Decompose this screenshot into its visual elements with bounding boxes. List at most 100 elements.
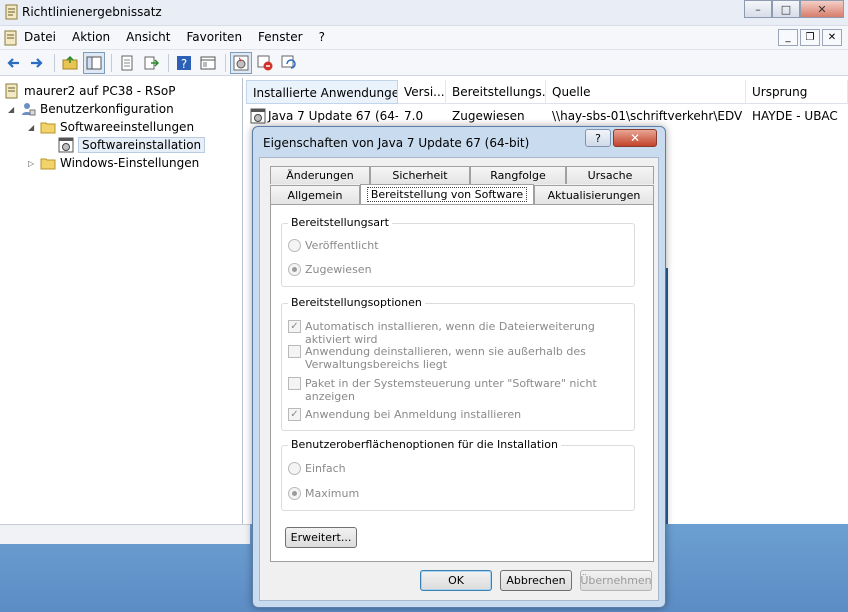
expanded-arrow-icon[interactable]: ◢ bbox=[28, 123, 38, 132]
radio-button[interactable] bbox=[288, 487, 301, 500]
group-bereitstellungsart: Bereitstellungsart Veröffentlicht Zugewi… bbox=[281, 216, 635, 287]
tree-item-label: Windows-Einstellungen bbox=[60, 156, 200, 170]
table-cell-text: Java 7 Update 67 (64-... bbox=[268, 109, 398, 123]
svg-text:?: ? bbox=[181, 57, 187, 71]
tree-item-label: Softwareeinstellungen bbox=[60, 120, 195, 134]
help-icon[interactable]: ? bbox=[173, 52, 195, 74]
apply-button[interactable]: Übernehmen bbox=[580, 570, 652, 591]
maximize-button[interactable]: □ bbox=[772, 0, 800, 18]
console-menu-icon[interactable] bbox=[3, 30, 19, 46]
tab-sicherheit[interactable]: Sicherheit bbox=[370, 166, 470, 184]
column-header-installierte-anwendungen[interactable]: Installierte Anwendungen bbox=[246, 80, 398, 104]
back-icon[interactable] bbox=[2, 52, 24, 74]
tab-rangfolge[interactable]: Rangfolge bbox=[470, 166, 566, 184]
group-title: Benutzeroberflächenoptionen für die Inst… bbox=[288, 438, 561, 451]
table-row[interactable]: Java 7 Update 67 (64-... 7.0 Zugewiesen … bbox=[246, 106, 848, 126]
dialog-body: Änderungen Sicherheit Rangfolge Ursache … bbox=[259, 157, 659, 601]
column-header-ursprung[interactable]: Ursprung bbox=[746, 80, 848, 104]
remove-icon[interactable] bbox=[254, 52, 276, 74]
minimize-button[interactable]: – bbox=[744, 0, 772, 18]
tree-item-softwareinstallation[interactable]: Softwareinstallation bbox=[58, 136, 206, 154]
column-header-bereitstellung[interactable]: Bereitstellungs... bbox=[446, 80, 546, 104]
menu-fenster[interactable]: Fenster bbox=[258, 30, 303, 44]
tab-label: Bereitstellung von Software bbox=[366, 187, 528, 202]
dialog-close-button[interactable]: ✕ bbox=[613, 129, 657, 147]
tab-ursache[interactable]: Ursache bbox=[566, 166, 654, 184]
software-install-icon bbox=[58, 137, 74, 153]
toolbar-separator bbox=[111, 53, 112, 72]
toolbar-separator bbox=[168, 53, 169, 72]
dialog-help-button[interactable]: ? bbox=[585, 129, 611, 147]
tree-item-label: maurer2 auf PC38 - RSoP bbox=[24, 84, 176, 98]
view-icon[interactable] bbox=[197, 52, 219, 74]
toolbar: ? bbox=[0, 50, 848, 76]
mdi-minimize-button[interactable]: _ bbox=[778, 29, 798, 46]
show-tree-icon[interactable] bbox=[83, 51, 105, 74]
tab-aenderungen[interactable]: Änderungen bbox=[270, 166, 370, 184]
radio-einfach[interactable]: Einfach bbox=[288, 462, 346, 475]
menu-datei[interactable]: Datei bbox=[24, 30, 56, 44]
cancel-button[interactable]: Abbrechen bbox=[500, 570, 572, 591]
close-button[interactable]: ✕ bbox=[800, 0, 844, 18]
mdi-restore-button[interactable]: ❐ bbox=[800, 29, 820, 46]
tab-allgemein[interactable]: Allgemein bbox=[270, 185, 360, 204]
mdi-close-button[interactable]: ✕ bbox=[822, 29, 842, 46]
rsop-root-icon bbox=[5, 83, 18, 99]
tree-item-windows-einstellungen[interactable]: ▷ Windows-Einstellungen bbox=[28, 154, 199, 172]
checkbox-install-at-logon[interactable]: ✓ Anwendung bei Anmeldung installieren bbox=[288, 408, 521, 421]
checkbox-uninstall-outside-scope[interactable]: Anwendung deinstallieren, wenn sie außer… bbox=[288, 345, 618, 371]
tree-item-root[interactable]: maurer2 auf PC38 - RSoP bbox=[4, 82, 175, 100]
tree-item-softwareeinstellungen[interactable]: ◢ Softwareeinstellungen bbox=[28, 118, 194, 136]
checkbox-label: Anwendung bei Anmeldung installieren bbox=[305, 408, 522, 421]
checkbox-label: Anwendung deinstallieren, wenn sie außer… bbox=[305, 345, 586, 371]
checkbox[interactable] bbox=[288, 377, 301, 390]
menubar: Datei Aktion Ansicht Favoriten Fenster ?… bbox=[0, 26, 848, 50]
radio-maximum[interactable]: Maximum bbox=[288, 487, 359, 500]
collapsed-arrow-icon[interactable]: ▷ bbox=[28, 159, 38, 168]
group-bereitstellungsoptionen: Bereitstellungsoptionen ✓ Automatisch in… bbox=[281, 296, 635, 431]
up-folder-icon[interactable] bbox=[59, 52, 81, 74]
folder-icon bbox=[40, 122, 56, 134]
column-header-version[interactable]: Versi... bbox=[398, 80, 446, 104]
tab-bereitstellung-von-software[interactable]: Bereitstellung von Software bbox=[360, 184, 534, 204]
radio-label: Maximum bbox=[305, 487, 360, 500]
ok-button[interactable]: OK bbox=[420, 570, 492, 591]
radio-button[interactable] bbox=[288, 462, 301, 475]
radio-label: Einfach bbox=[305, 462, 346, 475]
group-ui-options: Benutzeroberflächenoptionen für die Inst… bbox=[281, 438, 635, 511]
tab-panel: Bereitstellungsart Veröffentlicht Zugewi… bbox=[270, 204, 654, 562]
table-cell-deployment: Zugewiesen bbox=[452, 109, 525, 123]
rsop-app-icon bbox=[5, 4, 18, 20]
radio-button[interactable] bbox=[288, 239, 301, 252]
status-bar bbox=[0, 524, 250, 544]
checkbox-auto-install[interactable]: ✓ Automatisch installieren, wenn die Dat… bbox=[288, 320, 634, 346]
export-icon[interactable] bbox=[140, 52, 162, 74]
refresh-icon[interactable] bbox=[278, 52, 300, 74]
radio-button[interactable] bbox=[288, 263, 301, 276]
checkbox[interactable]: ✓ bbox=[288, 408, 301, 421]
java-app-icon[interactable] bbox=[230, 51, 252, 74]
tab-aktualisierungen[interactable]: Aktualisierungen bbox=[534, 185, 654, 204]
toolbar-separator bbox=[54, 53, 55, 72]
radio-veroeffentlicht[interactable]: Veröffentlicht bbox=[288, 239, 379, 252]
column-header-quelle[interactable]: Quelle bbox=[546, 80, 746, 104]
tree-item-benutzerkonfiguration[interactable]: ◢ Benutzerkonfiguration bbox=[8, 100, 174, 118]
radio-zugewiesen[interactable]: Zugewiesen bbox=[288, 263, 372, 276]
menu-ansicht[interactable]: Ansicht bbox=[126, 30, 170, 44]
properties-icon[interactable] bbox=[116, 52, 138, 74]
menu-help[interactable]: ? bbox=[319, 30, 325, 44]
dialog-title: Eigenschaften von Java 7 Update 67 (64-b… bbox=[263, 136, 530, 150]
menu-favoriten[interactable]: Favoriten bbox=[186, 30, 242, 44]
tree-item-label: Benutzerkonfiguration bbox=[40, 102, 174, 116]
checkbox[interactable]: ✓ bbox=[288, 320, 301, 333]
menu-aktion[interactable]: Aktion bbox=[72, 30, 110, 44]
advanced-button[interactable]: Erweitert... bbox=[285, 527, 357, 548]
java-package-icon bbox=[250, 108, 266, 124]
forward-icon[interactable] bbox=[26, 52, 48, 74]
expanded-arrow-icon[interactable]: ◢ bbox=[8, 105, 18, 114]
checkbox-hide-in-control-panel[interactable]: Paket in der Systemsteuerung unter "Soft… bbox=[288, 377, 634, 403]
checkbox-label: Automatisch installieren, wenn die Datei… bbox=[305, 320, 595, 346]
properties-dialog: Eigenschaften von Java 7 Update 67 (64-b… bbox=[252, 126, 666, 608]
checkbox[interactable] bbox=[288, 345, 301, 358]
radio-label: Veröffentlicht bbox=[305, 239, 379, 252]
